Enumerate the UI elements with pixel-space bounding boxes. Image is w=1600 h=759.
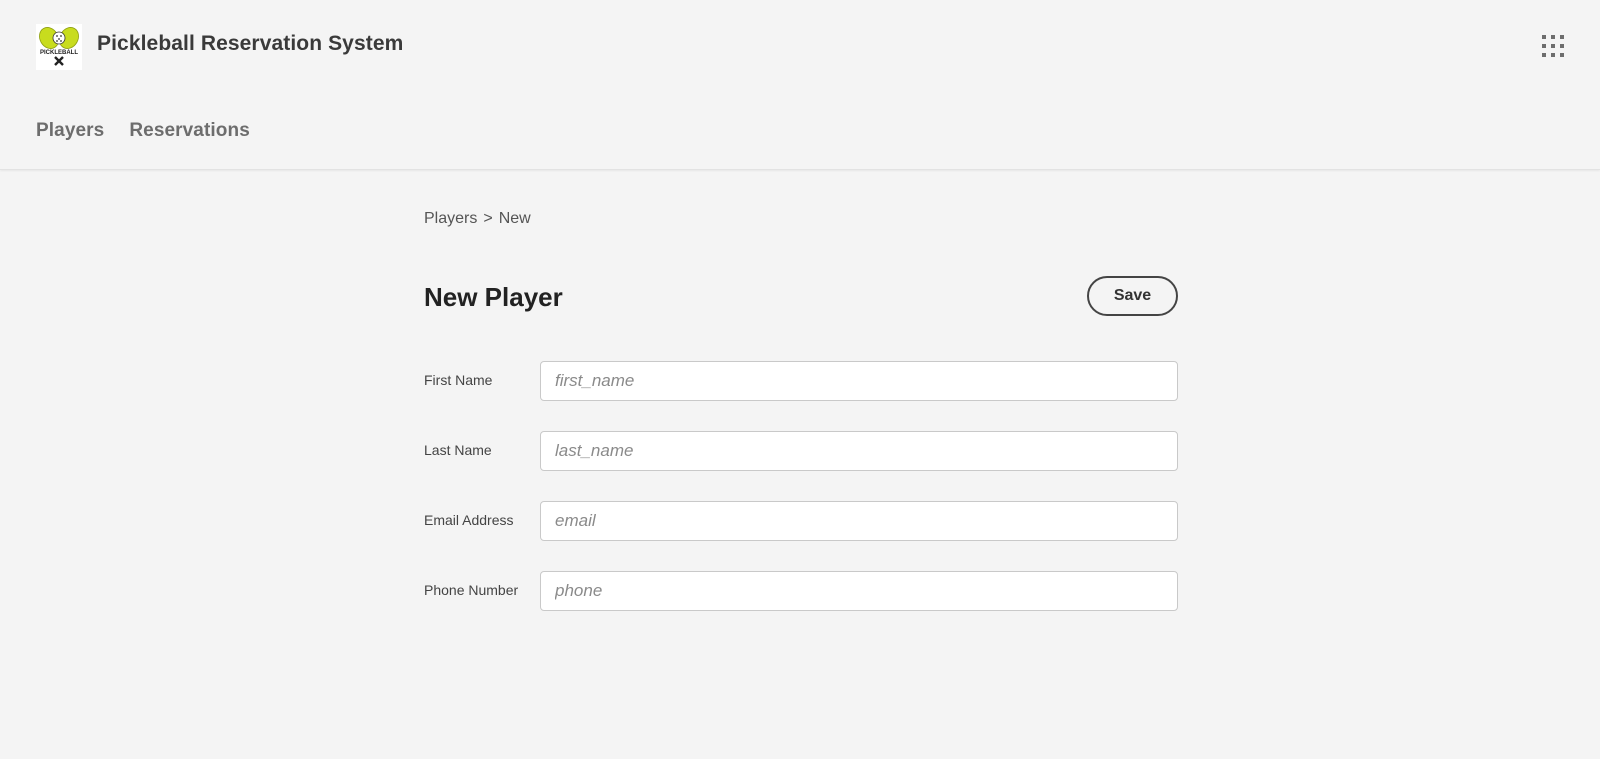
email-label: Email Address <box>424 512 514 528</box>
grid-icon[interactable] <box>1541 34 1565 58</box>
phone-row: Phone Number <box>424 571 1178 611</box>
app-header: PICKLEBALL Pickleball Reservation System… <box>0 0 1600 170</box>
page-title: New Player <box>424 282 563 312</box>
new-player-form: First Name Last Name Email Address Phone… <box>424 361 1178 611</box>
breadcrumb: Players > New <box>424 210 1178 228</box>
first-name-input[interactable] <box>540 361 1178 401</box>
title-row: New Player Save <box>424 276 1178 316</box>
first-name-row: First Name <box>424 361 1178 401</box>
main-nav: Players Reservations <box>36 120 250 142</box>
app-title: Pickleball Reservation System <box>97 32 404 55</box>
nav-item-players[interactable]: Players <box>36 120 104 142</box>
email-row: Email Address <box>424 501 1178 541</box>
svg-text:PICKLEBALL: PICKLEBALL <box>40 50 78 56</box>
phone-input[interactable] <box>540 571 1178 611</box>
breadcrumb-separator: > <box>483 210 493 227</box>
pickleball-logo-icon[interactable]: PICKLEBALL <box>36 24 82 70</box>
last-name-row: Last Name <box>424 431 1178 471</box>
first-name-label: First Name <box>424 372 493 388</box>
email-input[interactable] <box>540 501 1178 541</box>
nav-item-reservations[interactable]: Reservations <box>129 120 250 142</box>
last-name-label: Last Name <box>424 442 492 458</box>
breadcrumb-current: New <box>498 210 531 227</box>
phone-label: Phone Number <box>424 582 519 598</box>
last-name-input[interactable] <box>540 431 1178 471</box>
save-button[interactable]: Save <box>1087 276 1178 316</box>
main-content: Players > New New Player Save First Name… <box>424 210 1178 641</box>
breadcrumb-players-link[interactable]: Players <box>424 210 477 228</box>
